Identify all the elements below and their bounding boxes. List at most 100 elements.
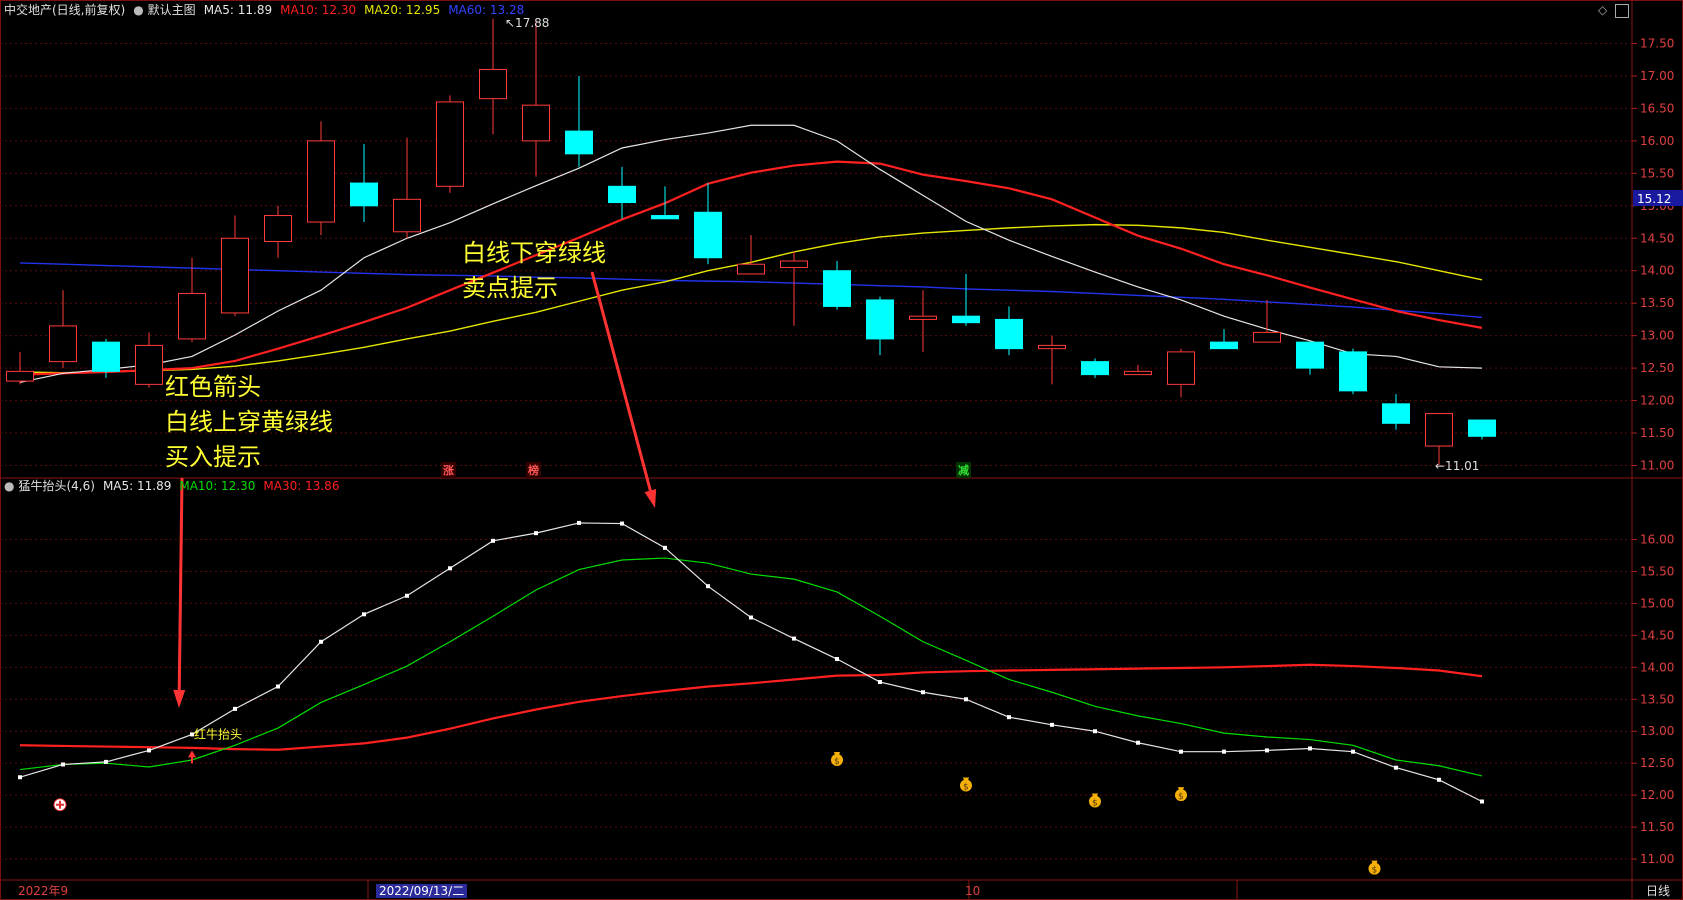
buy-annotation-line2: 白线上穿黄绿线 xyxy=(165,408,333,436)
main-chart-header: 中交地产(日线,前复权) ● 默认主图 MA5: 11.89 MA10: 12.30 MA… xyxy=(4,0,532,20)
sub-ma10-value: MA10: 12.30 xyxy=(179,479,256,493)
candle-body xyxy=(694,211,722,259)
sub-ma5-value: MA5: 11.89 xyxy=(102,479,172,493)
buy-annotation: 红色箭头 白线上穿黄绿线 买入提示 xyxy=(165,370,333,475)
template-dropdown[interactable]: ● xyxy=(133,3,143,17)
badge-reduce[interactable]: 减 xyxy=(956,462,971,478)
diamond-icon[interactable]: ◇ xyxy=(1598,4,1610,16)
candle xyxy=(909,290,937,352)
candle-body xyxy=(608,185,636,204)
candle-body xyxy=(522,104,550,142)
low-price-marker: ←11.01 xyxy=(1435,459,1479,473)
candle xyxy=(780,251,808,326)
indicator-tick-label: 11.00 xyxy=(1640,852,1674,866)
sell-annotation-line2: 卖点提示 xyxy=(462,274,558,302)
candle xyxy=(479,18,507,135)
indicator-ma5-point xyxy=(362,612,366,617)
money-bag-icon: $ xyxy=(831,751,843,767)
indicator-ma5-point xyxy=(1480,799,1484,804)
ma60-value: MA60: 13.28 xyxy=(448,3,525,17)
candle-body xyxy=(1210,341,1238,350)
sell-annotation: 白线下穿绿线 卖点提示 xyxy=(462,236,606,306)
candle xyxy=(608,166,636,219)
candle xyxy=(307,121,335,236)
indicator-tick-label: 13.00 xyxy=(1640,724,1674,738)
indicator-ma5-point xyxy=(835,657,839,662)
sell-annotation-arrow xyxy=(590,271,657,508)
indicator-ma5-point xyxy=(1222,749,1226,754)
price-tick-label: 14.50 xyxy=(1640,231,1674,245)
candle-body xyxy=(264,215,292,243)
money-bag-icon: $ xyxy=(960,777,972,793)
candle-body xyxy=(780,260,808,268)
indicator-tick-label: 14.00 xyxy=(1640,660,1674,674)
indicator-ma5-point xyxy=(1308,746,1312,751)
candle xyxy=(1167,348,1195,398)
indicator-tick-label: 14.50 xyxy=(1640,628,1674,642)
indicator-ma5-point xyxy=(104,759,108,764)
money-bag-icon: $ xyxy=(1175,787,1187,802)
price-tick-label: 17.00 xyxy=(1640,69,1674,83)
indicator-ma5-point xyxy=(1136,740,1140,745)
price-tick-label: 16.50 xyxy=(1640,101,1674,115)
window-toggle-icon[interactable] xyxy=(1615,4,1629,18)
indicator-ma5-point xyxy=(620,521,624,526)
candle-body xyxy=(307,140,335,223)
indicator-ma5-point xyxy=(233,706,237,711)
badge-rank[interactable]: 榜 xyxy=(526,462,541,478)
indicator-ma5-point xyxy=(706,584,710,589)
candle-body xyxy=(1382,403,1410,424)
indicator-tick-label: 13.50 xyxy=(1640,692,1674,706)
indicator-ma5-point xyxy=(147,748,151,753)
candle-body xyxy=(350,182,378,207)
buy-annotation-line1: 红色箭头 xyxy=(165,373,261,401)
indicator-tick-label: 12.50 xyxy=(1640,756,1674,770)
candle xyxy=(264,205,292,258)
svg-text:$: $ xyxy=(834,757,840,767)
svg-text:$: $ xyxy=(1178,792,1184,802)
ma20-value: MA20: 12.95 xyxy=(364,3,441,17)
template-label[interactable]: 默认主图 xyxy=(148,3,196,17)
period-label[interactable]: 日线 xyxy=(1646,884,1670,898)
date-label-cursor: 2022/09/13/二 xyxy=(376,884,468,898)
svg-text:$: $ xyxy=(963,783,969,793)
indicator-tick-label: 16.00 xyxy=(1640,533,1674,547)
svg-text:$: $ xyxy=(1092,799,1098,809)
candle-body xyxy=(436,101,464,187)
candle xyxy=(1382,394,1410,430)
indicator-ma5-point xyxy=(577,520,581,525)
ma10-value: MA10: 12.30 xyxy=(280,3,357,17)
candle-body xyxy=(866,299,894,340)
badge-rise[interactable]: 涨 xyxy=(441,462,456,478)
indicator-ma5-point xyxy=(1351,749,1355,754)
price-tick-label: 15.50 xyxy=(1640,166,1674,180)
candle xyxy=(995,306,1023,356)
indicator-name[interactable]: 猛牛抬头(4,6) xyxy=(18,479,94,493)
candle-body xyxy=(221,237,249,314)
indicator-ma5-line xyxy=(19,522,1483,803)
indicator-ma5-point xyxy=(1007,715,1011,720)
candle-body xyxy=(651,215,679,220)
candle xyxy=(1081,358,1109,378)
sub-ma30-value: MA30: 13.86 xyxy=(263,479,340,493)
candle-body xyxy=(823,270,851,307)
indicator-ma5-point xyxy=(1050,722,1054,727)
buy-annotation-arrow xyxy=(173,477,186,708)
ma5-value: MA5: 11.89 xyxy=(203,3,273,17)
sell-annotation-line1: 白线下穿绿线 xyxy=(462,239,606,267)
candle-body xyxy=(393,198,421,233)
date-label-oct: 10 xyxy=(965,884,981,898)
candle xyxy=(952,273,980,326)
indicator-ma5-point xyxy=(878,680,882,685)
money-bag-icon: $ xyxy=(1368,860,1381,876)
price-tick-label: 16.00 xyxy=(1640,134,1674,148)
indicator-dropdown[interactable]: ● xyxy=(4,479,14,493)
candle-body xyxy=(1339,351,1367,392)
candle xyxy=(1425,413,1453,465)
candle xyxy=(1038,335,1066,385)
candle xyxy=(436,95,464,193)
candle xyxy=(1339,348,1367,395)
stock-name[interactable]: 中交地产(日线,前复权) xyxy=(4,3,125,17)
candle-body xyxy=(1296,341,1324,369)
candle xyxy=(565,75,593,167)
